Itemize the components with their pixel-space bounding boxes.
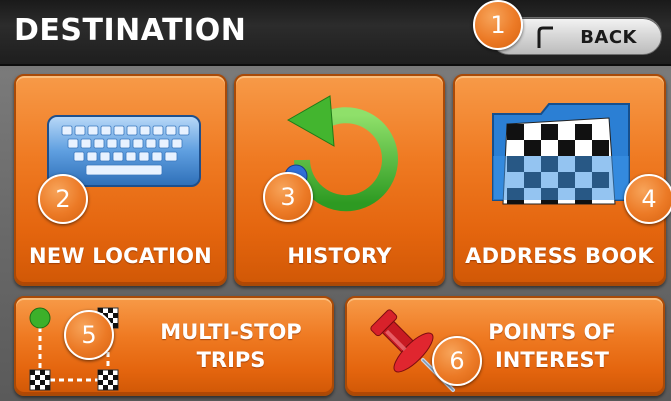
multi-stop-label-line2: TRIPS (196, 348, 266, 372)
address-book-label: ADDRESS BOOK (465, 244, 654, 268)
new-location-label: NEW LOCATION (29, 244, 212, 268)
page-title: DESTINATION (14, 13, 247, 48)
checkered-flag-folder-icon (492, 103, 630, 205)
destination-screen: DESTINATION BACK NEW LOCATION HISTORY AD… (0, 0, 671, 401)
history-label: HISTORY (287, 244, 392, 268)
multi-stop-trips-button[interactable]: MULTI-STOP TRIPS (14, 296, 334, 396)
back-arrow-icon (537, 26, 553, 48)
callout-badge: 6 (432, 336, 482, 386)
header-bar: DESTINATION BACK (0, 0, 671, 66)
poi-label-line1: POINTS OF (488, 320, 616, 344)
points-of-interest-button[interactable]: POINTS OF INTEREST (345, 296, 665, 396)
callout-badge: 1 (473, 0, 523, 50)
multi-stop-label-line1: MULTI-STOP (160, 320, 302, 344)
back-button-label: BACK (580, 27, 637, 48)
callout-badge: 3 (263, 172, 313, 222)
callout-badge: 5 (64, 310, 114, 360)
history-button[interactable]: HISTORY (234, 74, 445, 286)
callout-badge: 2 (38, 174, 88, 224)
callout-badge: 4 (624, 174, 671, 224)
